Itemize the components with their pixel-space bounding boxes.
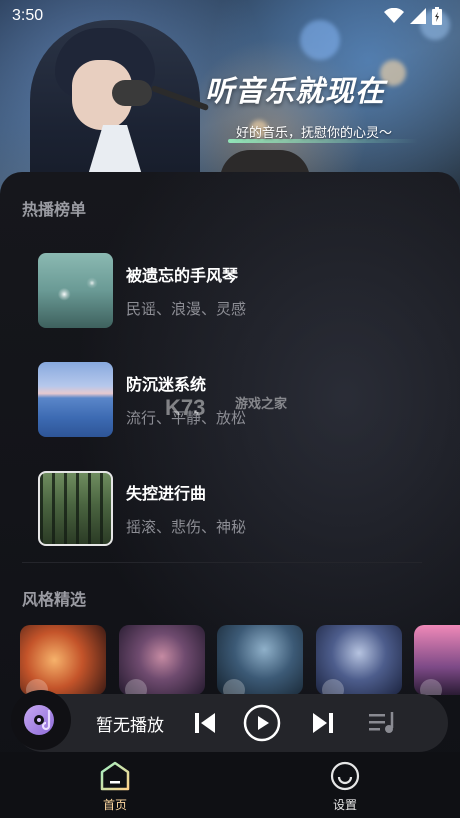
song-tags: 摇滚、悲伤、神秘 bbox=[126, 517, 247, 536]
song-item[interactable]: 失控进行曲 摇滚、悲伤、神秘 bbox=[38, 470, 428, 546]
song-name: 被遗忘的手风琴 bbox=[126, 265, 239, 285]
signal-icon bbox=[410, 8, 426, 24]
play-icon bbox=[243, 704, 281, 742]
now-playing-title: 暂无播放 bbox=[96, 716, 164, 736]
play-icon bbox=[322, 679, 344, 695]
song-item[interactable]: 被遗忘的手风琴 民谣、浪漫、灵感 bbox=[38, 252, 428, 328]
style-card[interactable] bbox=[20, 625, 106, 695]
watermark: K73 游戏之家 bbox=[165, 395, 287, 421]
nav-home-label: 首页 bbox=[102, 798, 127, 812]
status-bar: 3:50 bbox=[0, 0, 460, 32]
bottom-nav: 首页 设置 bbox=[0, 752, 460, 818]
style-card[interactable] bbox=[414, 625, 460, 695]
nav-settings[interactable]: 设置 bbox=[305, 760, 385, 816]
wifi-icon bbox=[384, 8, 404, 23]
battery-icon bbox=[432, 7, 442, 25]
microphone bbox=[112, 80, 152, 106]
hot-list-title: 热播榜单 bbox=[22, 200, 87, 219]
previous-button[interactable] bbox=[186, 704, 224, 742]
style-card[interactable] bbox=[217, 625, 303, 695]
play-icon bbox=[223, 679, 245, 695]
section-divider bbox=[22, 562, 422, 563]
home-icon bbox=[100, 761, 130, 791]
next-button[interactable] bbox=[304, 704, 342, 742]
play-icon bbox=[420, 679, 442, 695]
nav-settings-label: 设置 bbox=[332, 798, 357, 812]
watermark-sub: 游戏之家 bbox=[235, 396, 288, 411]
disc-icon[interactable] bbox=[11, 690, 71, 750]
style-cards bbox=[20, 625, 460, 695]
song-cover bbox=[38, 252, 113, 328]
watermark-brand: K73 bbox=[165, 395, 206, 420]
song-cover bbox=[38, 470, 113, 546]
smile-icon bbox=[330, 761, 360, 791]
playlist-button[interactable] bbox=[364, 704, 402, 742]
song-name: 失控进行曲 bbox=[126, 483, 207, 503]
style-card[interactable] bbox=[316, 625, 402, 695]
nav-home[interactable]: 首页 bbox=[75, 760, 155, 816]
play-button[interactable] bbox=[243, 704, 281, 742]
mini-player: 暂无播放 bbox=[11, 690, 448, 752]
status-icons bbox=[384, 7, 442, 25]
song-cover bbox=[38, 361, 113, 437]
hero-title: 听音乐就现在 bbox=[205, 74, 386, 108]
song-name: 防沉迷系统 bbox=[126, 374, 207, 394]
playlist-icon bbox=[369, 712, 394, 733]
song-tags: 民谣、浪漫、灵感 bbox=[126, 299, 247, 318]
next-icon bbox=[313, 713, 333, 733]
style-card[interactable] bbox=[119, 625, 205, 695]
hero-subtitle: 好的音乐，抚慰你的心灵～ bbox=[236, 126, 393, 141]
play-icon bbox=[125, 679, 147, 695]
styles-title: 风格精选 bbox=[22, 590, 87, 609]
previous-icon bbox=[195, 713, 215, 733]
status-time: 3:50 bbox=[12, 7, 44, 24]
song-item[interactable]: 防沉迷系统 流行、平静、放松 bbox=[38, 361, 428, 437]
